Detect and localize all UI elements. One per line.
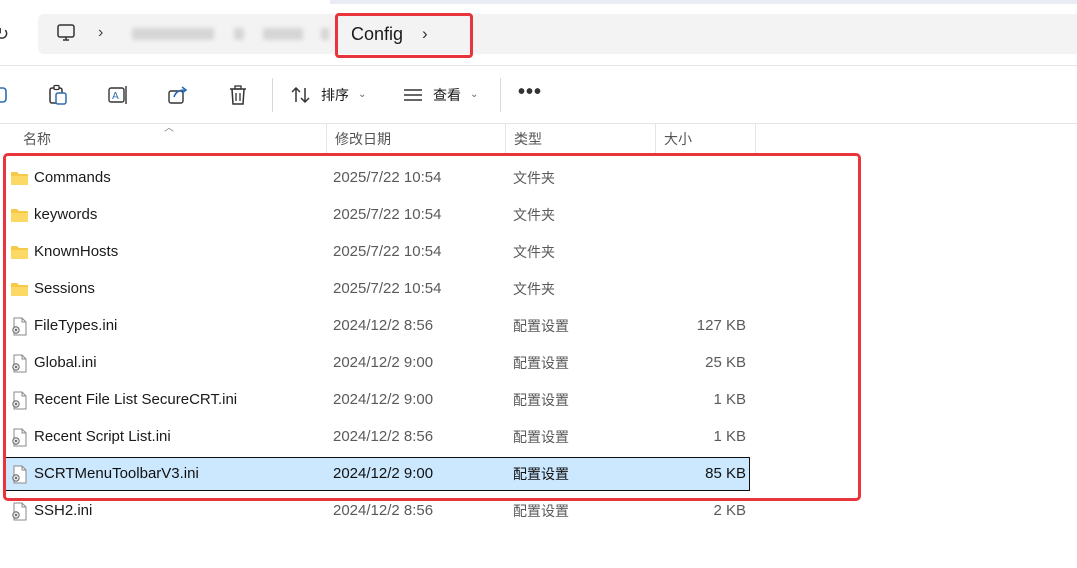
file-name: Recent Script List.ini (34, 428, 171, 445)
file-size: 85 KB (705, 465, 746, 482)
file-type: 配置设置 (513, 355, 569, 371)
file-modified-date: 2025/7/22 10:54 (333, 243, 442, 260)
file-size: 1 KB (713, 428, 746, 445)
file-row[interactable]: Commands 2025/7/22 10:54 文件夹 (4, 161, 750, 195)
config-highlight-box (335, 13, 473, 58)
rename-icon[interactable]: A (107, 84, 129, 106)
file-modified-date: 2025/7/22 10:54 (333, 206, 442, 223)
file-type: 配置设置 (513, 466, 569, 482)
view-icon[interactable] (402, 84, 424, 106)
file-row[interactable]: FileTypes.ini 2024/12/2 8:56 配置设置 127 KB (4, 309, 750, 343)
share-icon[interactable] (167, 84, 189, 106)
file-modified-date: 2024/12/2 9:00 (333, 391, 434, 408)
file-modified-date: 2025/7/22 10:54 (333, 280, 442, 297)
file-row[interactable]: SSH2.ini 2024/12/2 8:56 配置设置 2 KB (4, 494, 750, 528)
view-button[interactable]: 查看 (433, 86, 461, 104)
file-row[interactable]: Sessions 2025/7/22 10:54 文件夹 (4, 272, 750, 306)
file-modified-date: 2024/12/2 8:56 (333, 428, 434, 445)
file-size: 25 KB (705, 354, 746, 371)
this-pc-icon[interactable] (56, 23, 76, 43)
file-name: Recent File List SecureCRT.ini (34, 391, 238, 408)
toolbar-divider (500, 78, 501, 112)
sort-dropdown-icon[interactable]: ⌄ (358, 86, 366, 104)
column-headers: ︿ 名称 修改日期 类型 大小 (0, 123, 1077, 154)
file-size: 127 KB (696, 317, 746, 334)
redacted-breadcrumb-separator (234, 28, 244, 40)
file-modified-date: 2024/12/2 9:00 (333, 465, 434, 482)
svg-text:A: A (112, 91, 119, 102)
sort-icon[interactable] (290, 84, 312, 106)
column-header-name[interactable]: 名称 (15, 124, 327, 154)
file-row[interactable]: KnownHosts 2025/7/22 10:54 文件夹 (4, 235, 750, 269)
file-size: 1 KB (713, 391, 746, 408)
sort-button[interactable]: 排序 (321, 86, 349, 104)
file-name: KnownHosts (34, 243, 119, 260)
file-name: SSH2.ini (34, 502, 93, 519)
file-type: 配置设置 (513, 429, 569, 445)
breadcrumb-chevron-icon[interactable]: › (98, 23, 103, 43)
column-header-type[interactable]: 类型 (506, 124, 656, 154)
file-size: 2 KB (713, 502, 746, 519)
file-modified-date: 2024/12/2 8:56 (333, 502, 434, 519)
file-type: 文件夹 (513, 170, 555, 186)
file-row[interactable]: Recent File List SecureCRT.ini 2024/12/2 … (4, 383, 750, 417)
folder-icon (10, 280, 29, 299)
file-modified-date: 2025/7/22 10:54 (333, 169, 442, 186)
file-name: Sessions (34, 280, 95, 297)
file-type: 配置设置 (513, 318, 569, 334)
file-type: 文件夹 (513, 244, 555, 260)
file-name: Commands (34, 169, 111, 186)
file-type: 文件夹 (513, 281, 555, 297)
address-bar-area: ↻ › Config › (0, 0, 1077, 66)
file-name: FileTypes.ini (34, 317, 118, 334)
folder-icon (10, 243, 29, 262)
cut-icon[interactable] (0, 84, 10, 106)
file-type: 文件夹 (513, 207, 555, 223)
refresh-icon[interactable]: ↻ (0, 22, 14, 46)
redacted-breadcrumb-separator (321, 28, 329, 40)
file-modified-date: 2024/12/2 8:56 (333, 317, 434, 334)
delete-icon[interactable] (227, 84, 249, 106)
folder-icon (10, 206, 29, 225)
file-name: keywords (34, 206, 98, 223)
ini-file-icon (10, 317, 29, 336)
redacted-breadcrumb[interactable] (263, 28, 303, 40)
folder-icon (10, 169, 29, 188)
file-name: Global.ini (34, 354, 97, 371)
view-dropdown-icon[interactable]: ⌄ (470, 86, 478, 104)
title-strip (330, 0, 1077, 4)
file-row[interactable]: Recent Script List.ini 2024/12/2 8:56 配置设置… (4, 420, 750, 454)
file-modified-date: 2024/12/2 9:00 (333, 354, 434, 371)
copy-icon[interactable] (47, 84, 69, 106)
column-header-date[interactable]: 修改日期 (327, 124, 506, 154)
more-options-icon[interactable]: ••• (518, 80, 542, 104)
toolbar-divider (272, 78, 273, 112)
file-type: 配置设置 (513, 503, 569, 519)
command-bar: A 排序 ⌄ 查看 ⌄ ••• (0, 66, 1077, 124)
ini-file-icon (10, 465, 29, 484)
file-row[interactable]: Global.ini 2024/12/2 9:00 配置设置 25 KB (4, 346, 750, 380)
file-row[interactable]: SCRTMenuToolbarV3.ini 2024/12/2 9:00 配置设置 8… (4, 457, 750, 491)
file-name: SCRTMenuToolbarV3.ini (34, 465, 199, 482)
column-header-size[interactable]: 大小 (656, 124, 756, 154)
ini-file-icon (10, 428, 29, 447)
ini-file-icon (10, 391, 29, 410)
file-row[interactable]: keywords 2025/7/22 10:54 文件夹 (4, 198, 750, 232)
file-type: 配置设置 (513, 392, 569, 408)
ini-file-icon (10, 502, 29, 521)
redacted-breadcrumb[interactable] (132, 28, 214, 40)
ini-file-icon (10, 354, 29, 373)
